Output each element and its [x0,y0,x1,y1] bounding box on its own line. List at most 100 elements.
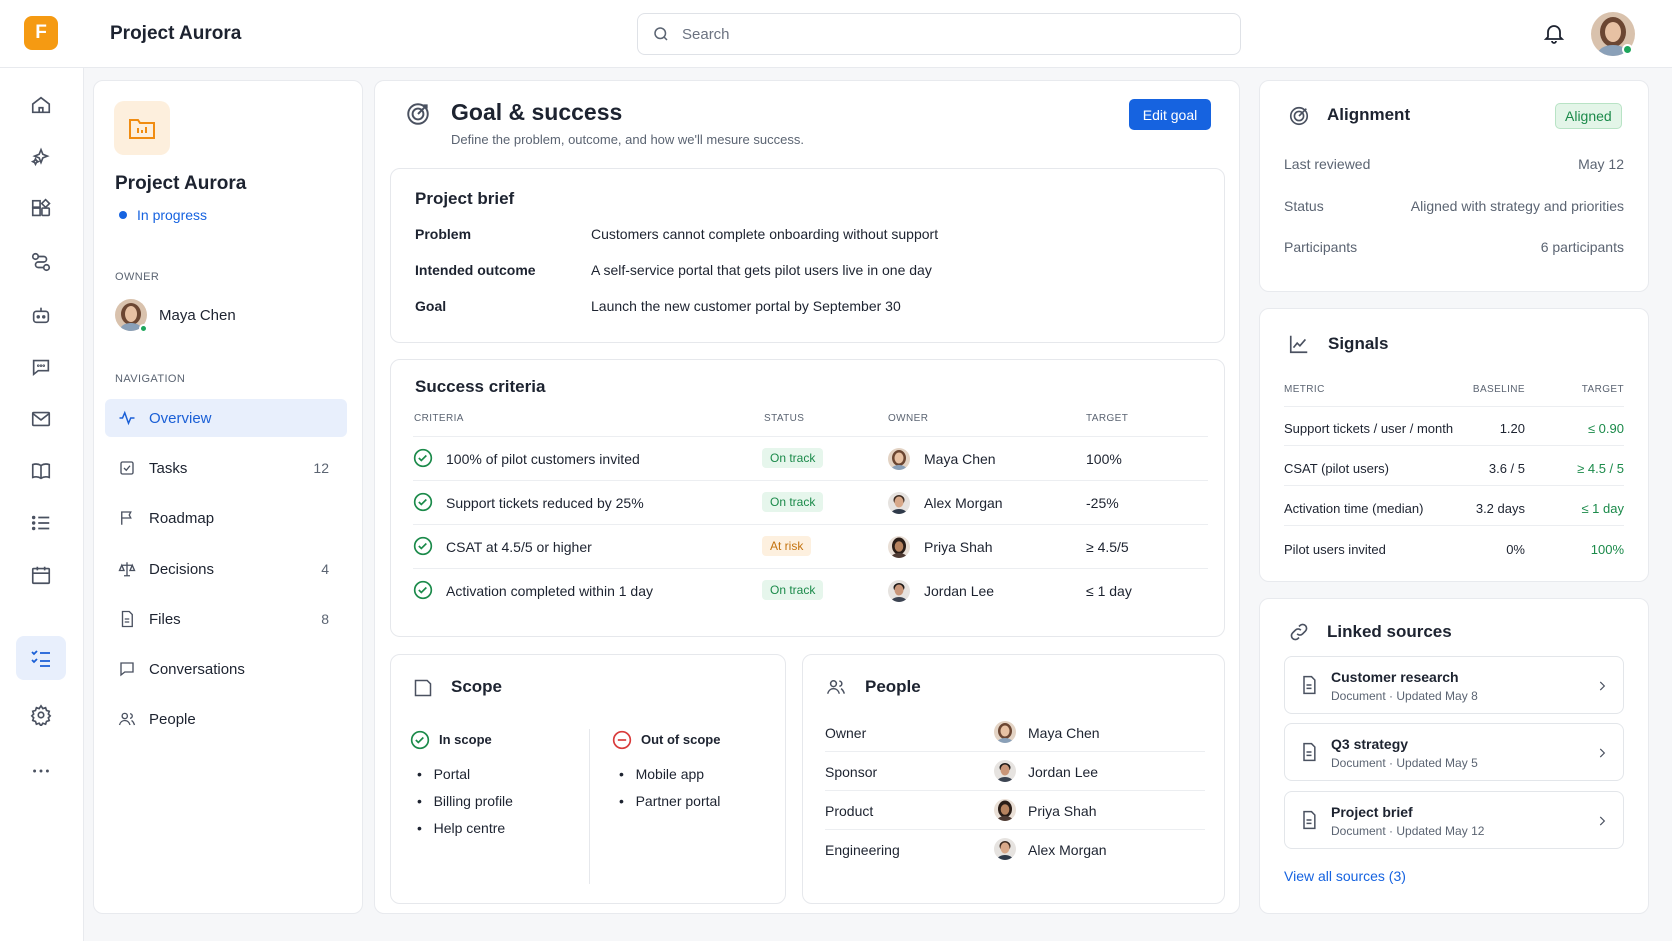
divider [1284,525,1624,526]
people-icon [117,710,137,728]
nav-count: 12 [313,460,329,476]
alignment-title: Alignment [1327,105,1411,124]
baseline-value: 3.6 / 5 [1488,461,1525,476]
brief-title: Project brief [415,189,515,208]
brief-value: Launch the new customer portal by Septem… [591,298,901,314]
avatar [888,580,910,602]
target-value: ≥ 4.5/5 [1086,539,1129,555]
source-item[interactable]: Project brief Document · Updated May 12 [1284,791,1624,849]
status-badge: On track [762,448,824,468]
message-icon[interactable] [24,350,58,384]
search-input[interactable] [682,23,1202,45]
criteria-title: Success criteria [415,377,546,396]
target-icon [405,101,431,127]
out-of-scope-label: Out of scope [641,732,721,747]
avatar [888,536,910,558]
list-item: • Partner portal [619,793,721,809]
file-icon [117,610,137,628]
search-box[interactable] [637,13,1241,55]
mail-icon[interactable] [24,402,58,436]
more-icon[interactable] [24,754,58,788]
list-icon[interactable] [24,506,58,540]
notification-bell-icon[interactable] [1542,20,1566,46]
divider [825,751,1205,752]
people-icon [825,677,847,697]
nav-item-files[interactable]: Files 8 [105,600,347,638]
divider [413,436,1208,437]
goals-checklist-icon[interactable] [16,636,66,680]
baseline-value: 3.2 days [1475,501,1525,516]
divider [589,729,590,884]
col-target: TARGET [1086,413,1129,424]
nav-label: Decisions [149,561,215,578]
home-icon[interactable] [24,88,58,122]
col-baseline: BASELINE [1472,384,1525,395]
nav-label: Conversations [149,661,245,678]
robot-icon[interactable] [24,298,58,332]
people-card: People Owner Maya Chen Sponsor Jordan Le… [802,654,1225,904]
nav-item-roadmap[interactable]: Roadmap [105,499,347,537]
nav-item-tasks[interactable]: Tasks 12 [105,449,347,487]
document-icon [1299,674,1319,696]
target-value: ≥ 4.5 / 5 [1577,461,1624,476]
calendar-icon[interactable] [24,558,58,592]
criteria-text: CSAT at 4.5/5 or higher [446,539,592,555]
sparkle-icon[interactable] [24,140,58,174]
brief-label: Intended outcome [415,262,536,278]
link-icon [1288,621,1310,643]
status-dot [119,211,127,219]
col-target: TARGET [1581,384,1624,395]
nav-label: Overview [149,410,212,427]
settings-gear-icon[interactable] [24,698,58,732]
document-icon [1299,809,1319,831]
minus-circle-icon [612,730,632,750]
document-icon [1299,741,1319,763]
source-meta: Document · Updated May 8 [1331,689,1478,703]
nav-item-conversations[interactable]: Conversations [105,650,347,688]
nav-item-overview[interactable]: Overview [105,399,347,437]
chevron-right-icon [1595,678,1609,694]
aligned-badge: Aligned [1555,103,1622,129]
book-icon[interactable] [24,454,58,488]
brief-label: Problem [415,226,472,242]
signals-title: Signals [1328,334,1389,353]
scale-icon [117,560,137,578]
metric-name: Pilot users invited [1284,542,1386,557]
status-badge: On track [762,580,824,600]
col-status: STATUS [764,413,805,424]
project-status: In progress [137,207,208,223]
flag-icon [117,509,137,527]
nav-label: People [149,711,196,728]
target-value: 100% [1086,451,1122,467]
status-badge: On track [762,492,824,512]
source-title: Project brief [1331,804,1413,820]
checkbox-icon [117,459,137,477]
source-item[interactable]: Q3 strategy Document · Updated May 5 [1284,723,1624,781]
apps-grid-icon[interactable] [24,192,58,226]
nav-item-people[interactable]: People [105,700,347,738]
source-meta: Document · Updated May 12 [1331,824,1485,838]
avatar [994,838,1016,860]
source-title: Customer research [1331,669,1459,685]
list-item: • Mobile app [619,766,705,782]
target-value: ≤ 0.90 [1587,421,1624,436]
target-value: -25% [1086,495,1119,511]
line-chart-icon [1288,333,1310,355]
metric-name: Activation time (median) [1284,501,1424,516]
owner-label: OWNER [115,271,160,283]
app-logo[interactable]: F [24,16,58,50]
source-item[interactable]: Customer research Document · Updated May… [1284,656,1624,714]
owner-name: Alex Morgan [924,495,1003,511]
workflow-icon[interactable] [24,245,58,279]
check-circle-icon [413,448,433,468]
criteria-text: 100% of pilot customers invited [446,451,640,467]
col-owner: OWNER [888,413,929,424]
success-criteria-card: Success criteria CRITERIA STATUS OWNER T… [390,359,1225,637]
scope-card: Scope In scope • Portal • Billing profil… [390,654,786,904]
edit-goal-button[interactable]: Edit goal [1129,99,1211,130]
alignment-label: Last reviewed [1284,156,1371,172]
nav-item-decisions[interactable]: Decisions 4 [105,550,347,588]
nav-label: Files [149,611,181,628]
view-all-sources-link[interactable]: View all sources (3) [1284,868,1406,884]
search-icon [652,25,670,43]
